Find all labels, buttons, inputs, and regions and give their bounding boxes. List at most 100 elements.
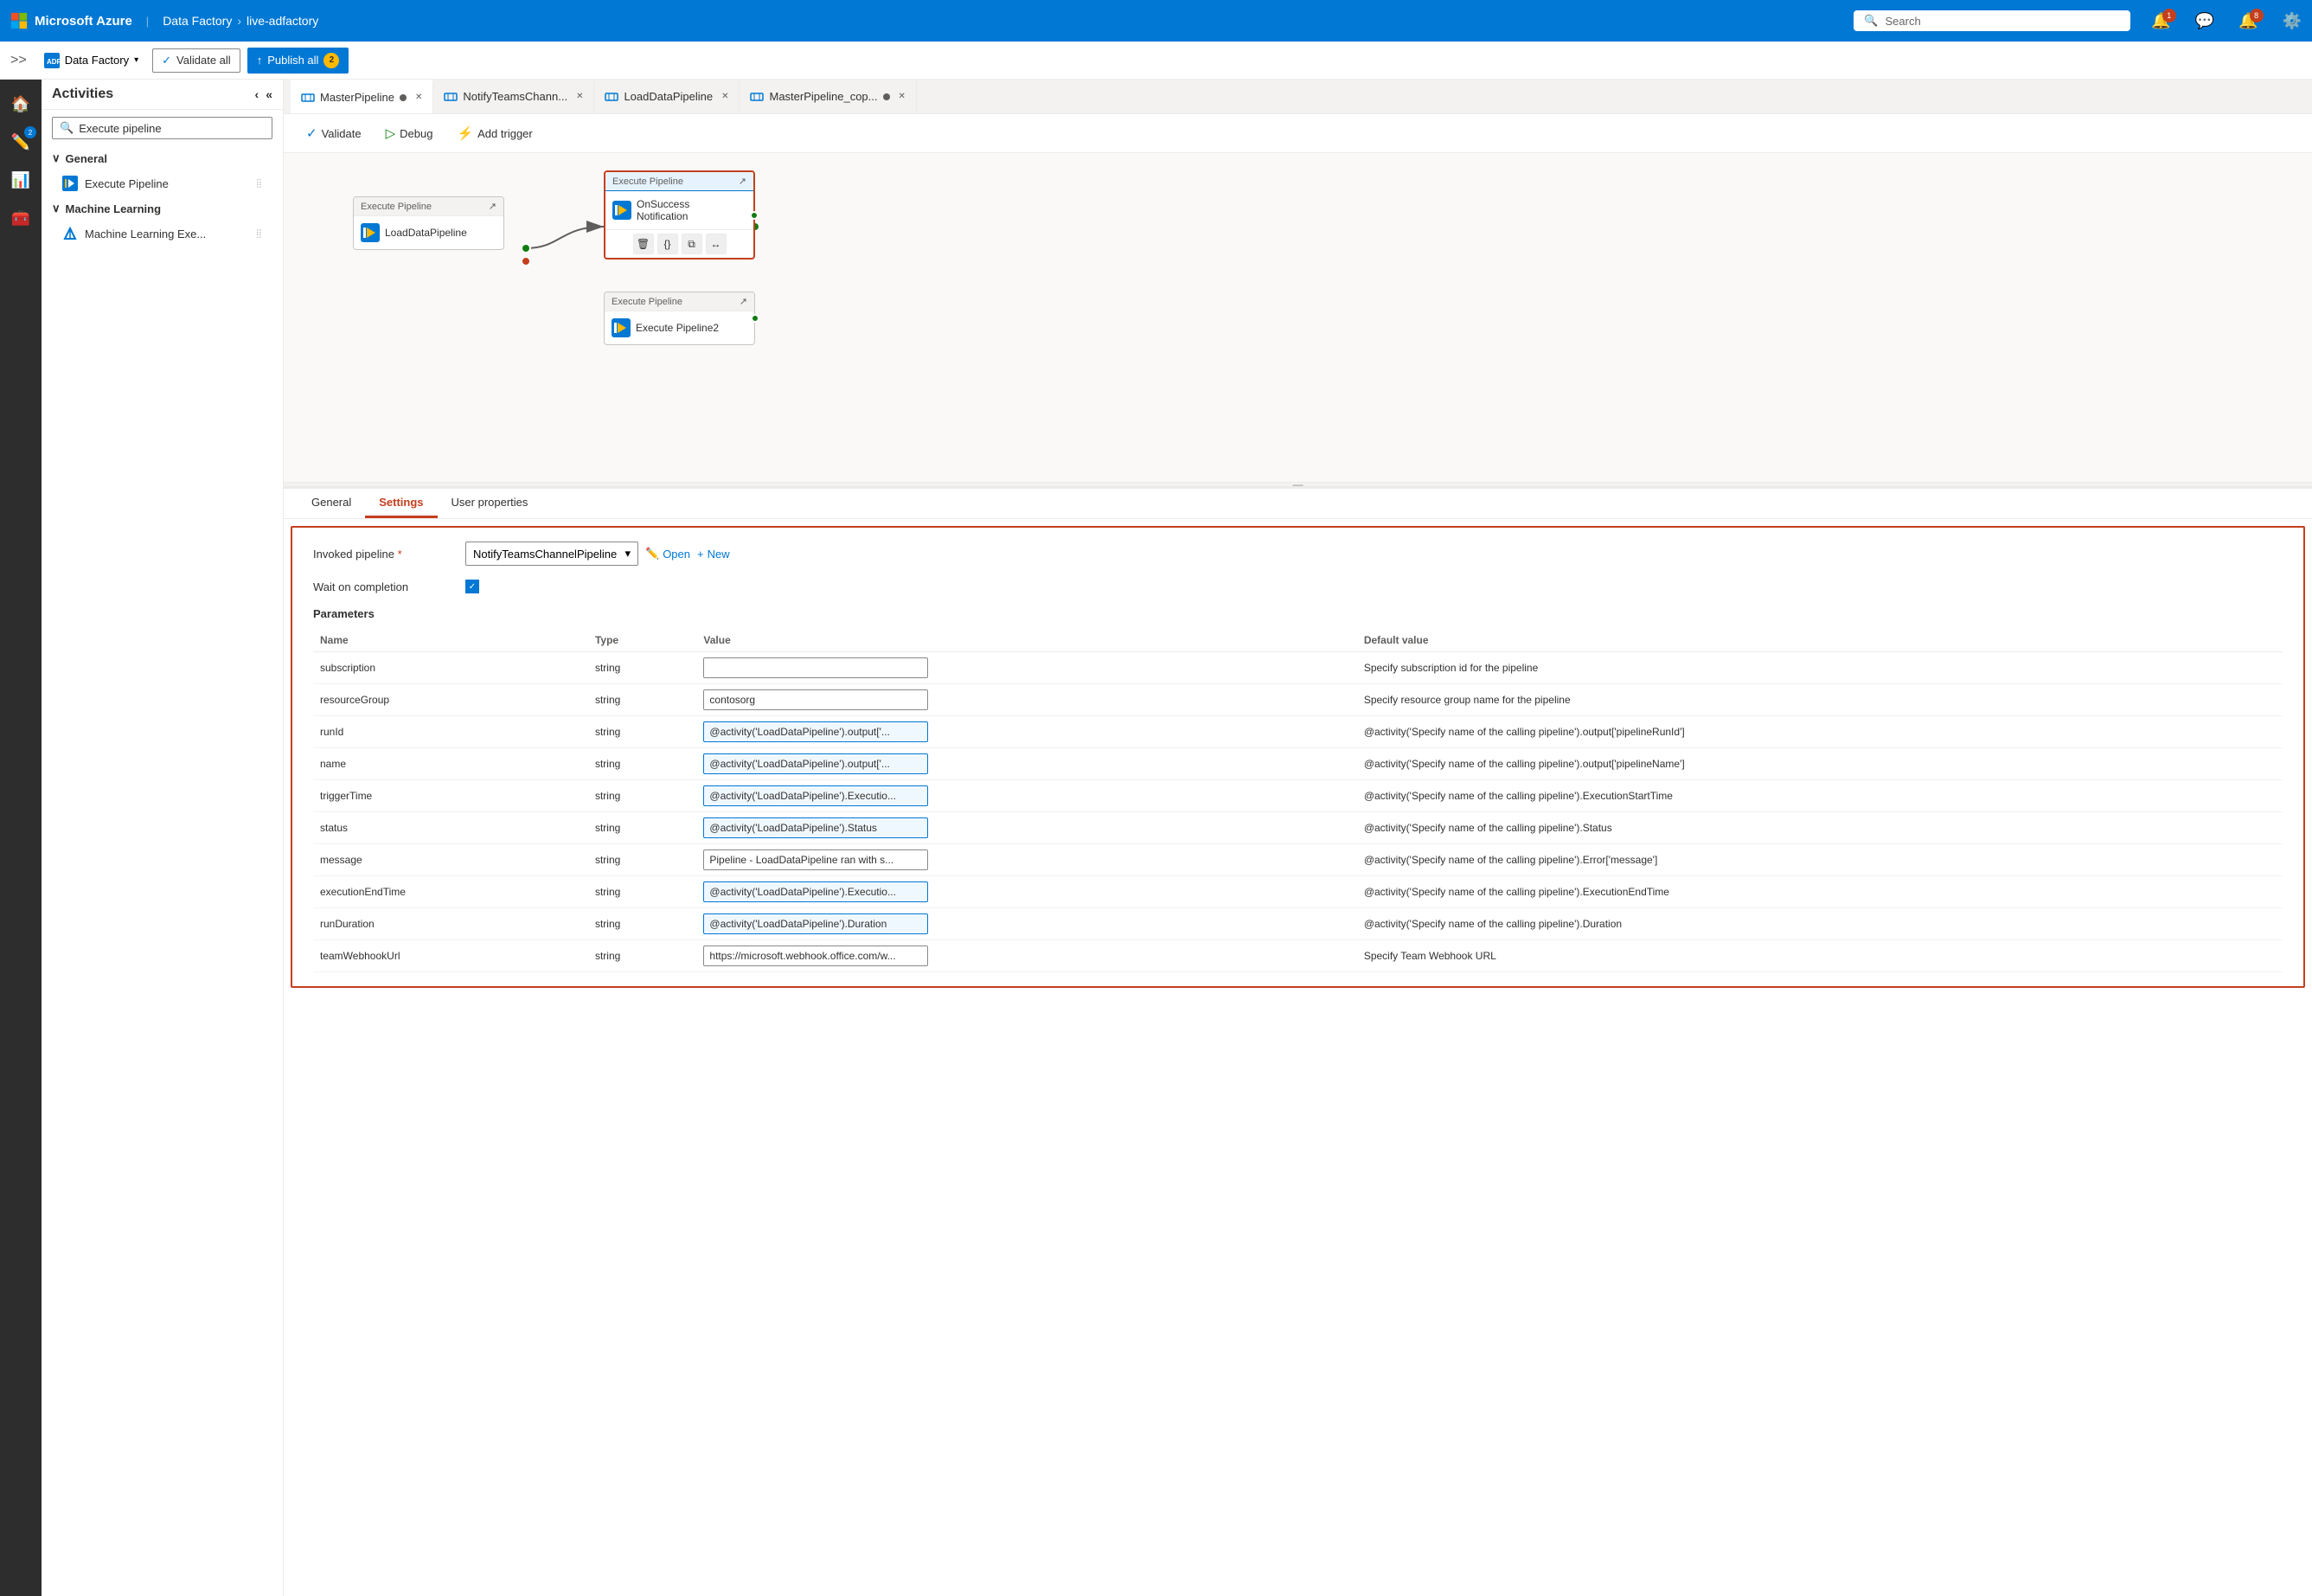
external-link-icon[interactable]: ↗ <box>740 296 747 307</box>
param-name: teamWebhookUrl <box>313 940 588 972</box>
table-row: runIdstring@activity('Specify name of th… <box>313 716 2283 748</box>
new-pipeline-button[interactable]: + New <box>697 548 730 561</box>
activities-search[interactable]: 🔍 <box>52 117 272 139</box>
param-value-input[interactable] <box>703 881 928 902</box>
close-tab-icon[interactable]: ✕ <box>415 93 422 102</box>
tab-user-properties[interactable]: User properties <box>438 489 542 518</box>
node-body: LoadDataPipeline <box>354 216 503 249</box>
param-name: runId <box>313 716 588 748</box>
data-factory-icon: ADF <box>44 53 60 68</box>
search-icon: 🔍 <box>1864 14 1878 28</box>
node-on-success-notification[interactable]: Execute Pipeline ↗ OnSuccessNotification… <box>604 170 755 260</box>
param-value-input[interactable] <box>703 689 928 710</box>
collapse-icon[interactable]: ‹ <box>255 87 259 101</box>
code-action[interactable]: {} <box>657 234 678 254</box>
alerts-icon[interactable]: 🔔 8 <box>2238 12 2258 30</box>
param-value-input[interactable] <box>703 753 928 774</box>
param-default: @activity('Specify name of the calling p… <box>1357 908 2283 940</box>
external-link-icon[interactable]: ↗ <box>739 176 746 187</box>
param-default: Specify resource group name for the pipe… <box>1357 684 2283 716</box>
checkmark-icon: ✓ <box>306 125 317 141</box>
data-factory-tab[interactable]: ADF Data Factory ▾ <box>37 53 145 68</box>
toolbox-icon[interactable]: 🧰 <box>3 201 38 235</box>
close-tab-icon[interactable]: ✕ <box>899 92 906 101</box>
pencil-icon[interactable]: ✏️ 2 <box>3 125 38 159</box>
param-value-cell <box>696 748 1356 780</box>
execute-pipeline-item[interactable]: Execute Pipeline ⣿ <box>42 170 283 196</box>
wait-completion-checkbox[interactable]: ✓ <box>465 580 479 593</box>
link-action[interactable]: ↔ <box>706 234 727 254</box>
lightning-icon: ⚡ <box>457 125 473 141</box>
node-load-data-pipeline[interactable]: Execute Pipeline ↗ LoadDataPipeline <box>353 196 504 250</box>
pipeline-arrows <box>284 153 2312 482</box>
table-row: statusstring@activity('Specify name of t… <box>313 812 2283 844</box>
open-pipeline-button[interactable]: ✏️ Open <box>645 547 690 561</box>
svg-text:ADF: ADF <box>47 58 60 66</box>
activities-header: Activities ‹ « <box>42 80 283 110</box>
delete-action[interactable]: 🗑 <box>633 234 654 254</box>
param-value-input[interactable] <box>703 657 928 678</box>
validate-icon: ✓ <box>162 54 171 67</box>
pipeline-tab-icon <box>301 91 315 105</box>
monitor-icon[interactable]: 📊 <box>3 163 38 197</box>
tab-general[interactable]: General <box>298 489 365 518</box>
bottom-panel: General Settings User properties Invoked… <box>284 487 2312 995</box>
breadcrumb-live-adfactory[interactable]: live-adfactory <box>247 14 318 28</box>
ml-execute-item[interactable]: Machine Learning Exe... ⣿ <box>42 221 283 247</box>
invoked-pipeline-dropdown[interactable]: NotifyTeamsChannelPipeline ▾ <box>465 542 638 566</box>
close-tab-icon[interactable]: ✕ <box>576 92 583 101</box>
close-tab-icon[interactable]: ✕ <box>721 92 728 101</box>
plus-icon: + <box>697 548 704 561</box>
chevron-down-icon[interactable]: ▾ <box>134 55 138 65</box>
chevron-down-icon: ▾ <box>624 547 631 561</box>
param-type: string <box>588 748 696 780</box>
node-execute-pipeline2[interactable]: Execute Pipeline ↗ Execute Pipeline2 <box>604 292 755 345</box>
azure-logo <box>10 12 28 29</box>
validate-all-button[interactable]: ✓ Validate all <box>152 48 240 73</box>
ml-section-header[interactable]: ∨ Machine Learning <box>42 196 283 221</box>
add-trigger-button[interactable]: ⚡ Add trigger <box>448 121 541 145</box>
param-value-input[interactable] <box>703 849 928 870</box>
node-body: Execute Pipeline2 <box>605 311 754 344</box>
brand: Microsoft Azure <box>10 12 132 29</box>
param-type: string <box>588 908 696 940</box>
search-input[interactable] <box>79 122 265 135</box>
copy-action[interactable]: ⧉ <box>682 234 702 254</box>
unsaved-dot <box>883 93 890 100</box>
tab-notify-teams[interactable]: NotifyTeamsChann... ✕ <box>433 80 594 113</box>
search-bar[interactable]: 🔍 Search <box>1854 10 2130 31</box>
param-name: runDuration <box>313 908 588 940</box>
alerts-badge: 8 <box>2250 9 2264 22</box>
pipeline-icon <box>612 318 631 337</box>
publish-all-button[interactable]: ↑ Publish all 2 <box>247 48 349 74</box>
chat-icon[interactable]: 💬 <box>2195 12 2214 30</box>
param-value-input[interactable] <box>703 785 928 806</box>
validate-button[interactable]: ✓ Validate <box>298 121 370 145</box>
home-icon[interactable]: 🏠 <box>3 87 38 121</box>
expand-icon[interactable]: >> <box>10 53 27 68</box>
col-value: Value <box>696 629 1356 652</box>
notification-icon[interactable]: 🔔 1 <box>2151 12 2170 30</box>
general-section-header[interactable]: ∨ General <box>42 146 283 170</box>
debug-button[interactable]: ▷ Debug <box>377 121 442 145</box>
settings-icon[interactable]: ⚙️ <box>2283 12 2302 30</box>
collapse-all-icon[interactable]: « <box>266 87 272 101</box>
pipeline-canvas[interactable]: Execute Pipeline ↗ LoadDataPipeline Exec… <box>284 153 2312 482</box>
param-value-input[interactable] <box>703 817 928 838</box>
param-default: @activity('Specify name of the calling p… <box>1357 844 2283 876</box>
param-value-input[interactable] <box>703 945 928 966</box>
external-link-icon[interactable]: ↗ <box>489 201 496 212</box>
param-name: message <box>313 844 588 876</box>
breadcrumb-data-factory[interactable]: Data Factory <box>163 14 232 28</box>
param-value-input[interactable] <box>703 721 928 742</box>
drag-handle[interactable]: ⣿ <box>256 179 262 189</box>
param-value-input[interactable] <box>703 913 928 934</box>
tab-master-pipeline[interactable]: MasterPipeline ✕ <box>291 80 433 113</box>
tab-master-copy[interactable]: MasterPipeline_cop... ✕ <box>740 80 916 113</box>
param-default: @activity('Specify name of the calling p… <box>1357 876 2283 908</box>
drag-handle[interactable]: ⣿ <box>256 229 262 239</box>
play-icon: ▷ <box>386 125 396 141</box>
tab-load-data[interactable]: LoadDataPipeline ✕ <box>594 80 740 113</box>
tab-settings[interactable]: Settings <box>365 489 437 518</box>
notification-badge: 1 <box>2162 9 2176 22</box>
